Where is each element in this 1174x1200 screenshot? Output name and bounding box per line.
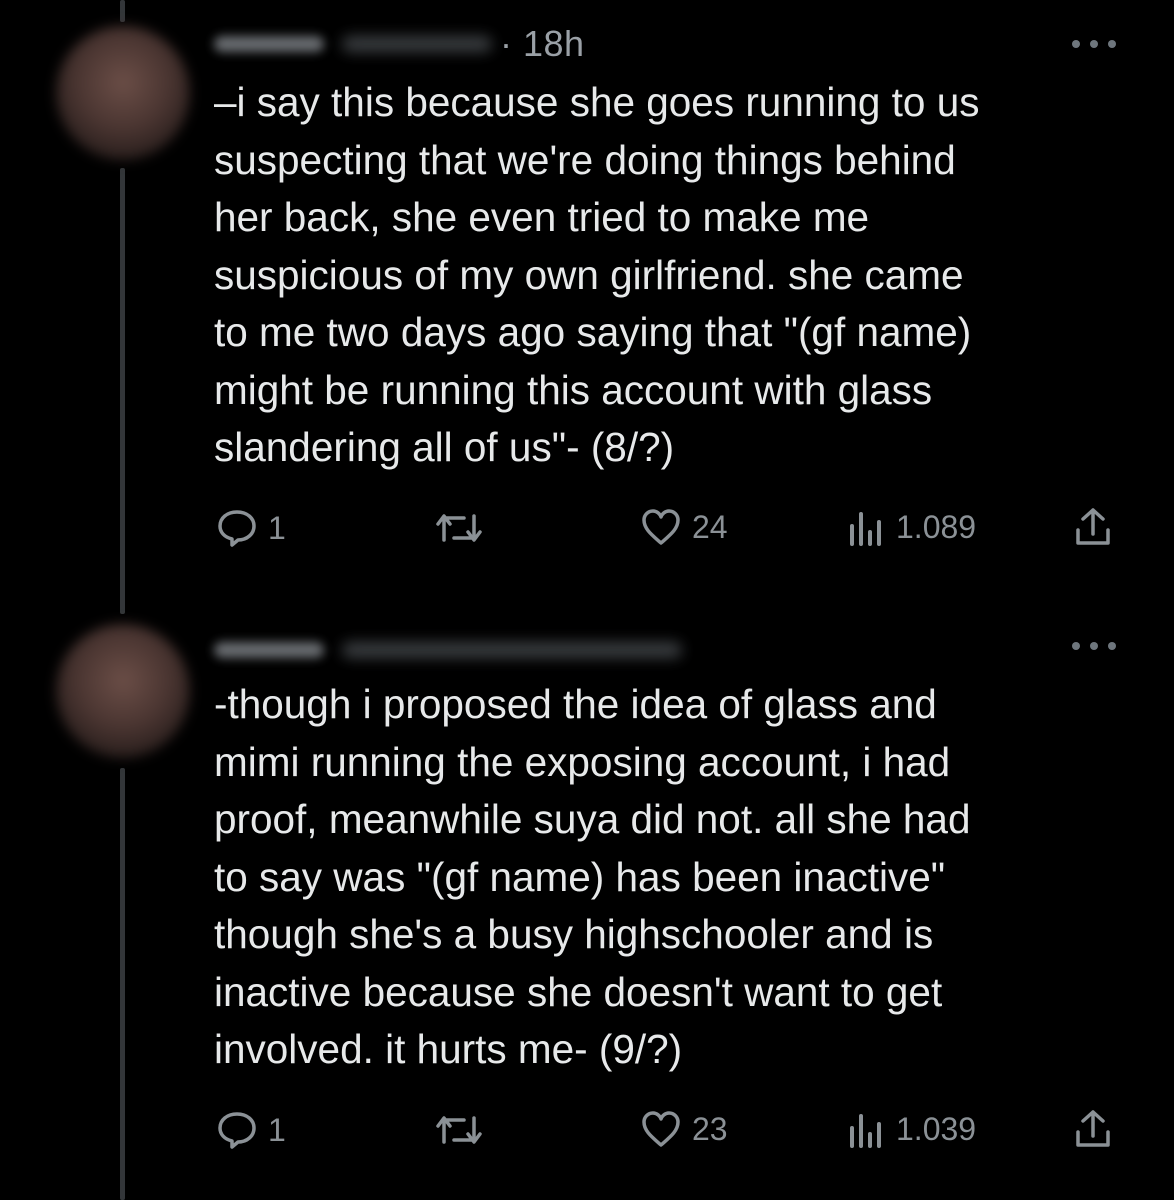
like-count: 23	[692, 1110, 728, 1147]
reply-button[interactable]: 1	[216, 508, 286, 548]
retweet-button[interactable]	[434, 510, 494, 546]
views-button[interactable]: 1.039	[846, 1110, 976, 1148]
views-button[interactable]: 1.089	[846, 508, 976, 546]
timestamp[interactable]: · 18h	[500, 23, 585, 65]
tweet-2[interactable]: -though i proposed the idea of glass and…	[0, 600, 1174, 1200]
avatar[interactable]	[56, 26, 190, 160]
view-count: 1.089	[896, 508, 977, 545]
like-count: 24	[692, 508, 728, 545]
retweet-button[interactable]	[434, 1112, 494, 1148]
heart-icon	[640, 1110, 682, 1148]
like-button[interactable]: 24	[640, 508, 728, 546]
heart-icon	[640, 508, 682, 546]
avatar[interactable]	[56, 624, 190, 758]
reply-icon	[216, 508, 258, 548]
like-button[interactable]: 23	[640, 1110, 728, 1148]
author-handle-blurred[interactable]	[342, 642, 682, 658]
views-chart-icon	[846, 1110, 886, 1148]
share-icon	[1072, 506, 1114, 548]
tweet-actions: 1 23 1.039	[0, 1104, 1174, 1154]
share-button[interactable]	[1072, 506, 1114, 548]
more-dots-icon[interactable]	[1072, 38, 1116, 50]
share-icon	[1072, 1108, 1114, 1150]
reply-button[interactable]: 1	[216, 1110, 286, 1150]
tweet-header: · 18h	[214, 23, 585, 65]
tweet-actions: 1 24 1.089	[0, 502, 1174, 552]
retweet-icon	[434, 1112, 484, 1148]
author-name-blurred[interactable]	[214, 36, 324, 52]
tweet-text: –i say this because she goes running to …	[214, 79, 980, 470]
view-count: 1.039	[896, 1110, 977, 1147]
share-button[interactable]	[1072, 1108, 1114, 1150]
reply-count: 1	[268, 509, 286, 546]
tweet-text: -though i proposed the idea of glass and…	[214, 681, 971, 1072]
author-handle-blurred[interactable]	[342, 36, 492, 52]
reply-icon	[216, 1110, 258, 1150]
tweet-1[interactable]: · 18h –i say this because she goes runni…	[0, 0, 1174, 600]
views-chart-icon	[846, 508, 886, 546]
tweet-header	[214, 630, 690, 670]
reply-count: 1	[268, 1111, 286, 1148]
more-dots-icon[interactable]	[1072, 640, 1116, 652]
author-name-blurred[interactable]	[214, 642, 324, 658]
retweet-icon	[434, 510, 484, 546]
